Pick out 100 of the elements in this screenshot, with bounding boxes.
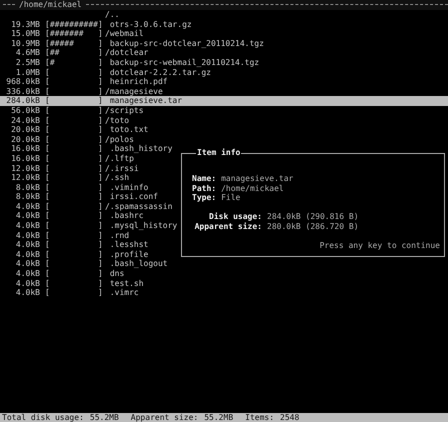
- usage-graph: [ ]: [45, 202, 103, 211]
- usage-graph: [ ]: [45, 96, 103, 106]
- usage-graph: [ ]: [45, 154, 103, 163]
- selected-row[interactable]: 284.0kB [ ] managesieve.tar: [0, 96, 448, 106]
- file-name[interactable]: /.irssi: [105, 164, 139, 174]
- usage-graph: [ ]: [45, 77, 103, 86]
- file-size: 4.0kB: [16, 211, 40, 220]
- file-name[interactable]: .mysql_history: [105, 221, 178, 231]
- info-label: Apparent size:: [194, 222, 262, 232]
- status-value: 55.2MB: [90, 413, 119, 422]
- status-value: 55.2MB: [204, 413, 234, 422]
- file-name[interactable]: .viminfo: [105, 182, 148, 192]
- file-size: 19.3MB: [11, 20, 40, 29]
- file-size: 1.0MB: [16, 68, 40, 77]
- info-label: Type:: [192, 193, 216, 203]
- file-name[interactable]: /.ssh: [105, 173, 130, 183]
- file-size: 12.0kB: [11, 164, 40, 172]
- file-name[interactable]: toto.txt: [105, 125, 148, 135]
- usage-graph: [ ]: [45, 269, 103, 278]
- file-name[interactable]: otrs-3.0.6.tar.gz: [105, 20, 192, 30]
- usage-graph: [ ]: [45, 164, 103, 172]
- info-label: Disk usage:: [208, 212, 262, 222]
- file-name[interactable]: .bash_history: [105, 144, 172, 154]
- usage-graph: [##### ]: [45, 38, 103, 48]
- usage-graph: [ ]: [45, 259, 103, 268]
- file-name[interactable]: .vimrc: [105, 288, 139, 298]
- file-size: 4.0kB: [16, 240, 40, 250]
- usage-graph: [ ]: [45, 86, 103, 96]
- file-name[interactable]: .bashrc: [105, 211, 144, 222]
- file-name[interactable]: /..: [105, 10, 120, 20]
- usage-graph: [ ]: [45, 144, 103, 154]
- file-name[interactable]: /dotclear: [105, 48, 148, 58]
- file-name[interactable]: /.lftp: [105, 154, 134, 164]
- usage-graph: [ ]: [45, 240, 103, 250]
- directory-path: /home/mickael: [18, 0, 83, 10]
- file-size: 8.0kB: [16, 192, 40, 202]
- file-name[interactable]: /toto: [105, 116, 130, 126]
- file-name[interactable]: backup-src-dotclear_20110214.tgz: [105, 38, 264, 48]
- info-label: Path:: [192, 184, 216, 194]
- usage-graph: [##########]: [45, 20, 103, 29]
- file-size: 12.0kB: [11, 173, 40, 182]
- usage-graph: [ ]: [45, 288, 103, 298]
- usage-graph: [ ]: [45, 134, 103, 144]
- file-name[interactable]: .rnd: [105, 230, 130, 240]
- info-value: 284.0kB (290.816 B): [267, 212, 359, 222]
- usage-graph: [# ]: [45, 58, 103, 67]
- file-size: 968.0kB: [6, 77, 40, 86]
- file-name[interactable]: managesieve.tar: [105, 96, 182, 106]
- info-label: Name:: [192, 174, 216, 184]
- usage-graph: [ ]: [45, 173, 103, 182]
- file-name[interactable]: .bash_logout: [105, 259, 168, 270]
- file-size: 20.0kB: [11, 125, 40, 134]
- dialog-title: Item info: [196, 148, 242, 157]
- status-label: Total disk usage:: [2, 413, 84, 422]
- usage-graph: [ ]: [45, 221, 103, 230]
- usage-graph: [ ]: [45, 106, 103, 115]
- file-size: 4.0kB: [16, 259, 40, 268]
- info-value: /home/mickael: [221, 184, 284, 194]
- continue-hint: Press any key to continue: [320, 240, 440, 250]
- status-label: Items:: [245, 413, 274, 422]
- file-size: 16.0kB: [11, 144, 40, 154]
- file-name[interactable]: heinrich.pdf: [105, 77, 168, 87]
- file-size: 4.0kB: [16, 250, 40, 259]
- file-name[interactable]: dns: [105, 269, 124, 279]
- usage-graph: [ ]: [45, 68, 103, 77]
- status-label: Apparent size:: [130, 413, 198, 422]
- file-size: 15.0MB: [11, 29, 40, 38]
- file-name[interactable]: irssi.conf: [105, 192, 158, 202]
- file-size: 4.0kB: [16, 278, 40, 288]
- info-value: managesieve.tar: [221, 174, 294, 184]
- file-name[interactable]: .profile: [105, 250, 148, 260]
- usage-graph: [ ]: [45, 250, 103, 259]
- file-size: 336.0kB: [6, 86, 40, 96]
- file-size: 24.0kB: [11, 116, 40, 125]
- file-name[interactable]: .lesshst: [105, 240, 148, 250]
- info-value: 280.0kB (286.720 B): [267, 222, 359, 232]
- usage-graph: [ ]: [45, 116, 103, 125]
- usage-graph: [ ]: [45, 278, 103, 288]
- file-name[interactable]: /polos: [105, 134, 134, 144]
- file-name[interactable]: /webmail: [105, 29, 144, 39]
- file-size: 4.0kB: [16, 202, 40, 211]
- usage-graph: [ ]: [45, 182, 103, 192]
- usage-graph: [## ]: [45, 48, 103, 58]
- usage-graph: [ ]: [45, 211, 103, 220]
- file-size: 8.0kB: [16, 182, 40, 192]
- file-name[interactable]: /.spamassassin: [105, 202, 172, 212]
- usage-graph: [ ]: [45, 125, 103, 134]
- file-name[interactable]: test.sh: [105, 278, 144, 288]
- status-value: 2548: [280, 413, 300, 422]
- file-name[interactable]: backup-src-webmail_20110214.tgz: [105, 58, 260, 68]
- usage-graph: [####### ]: [45, 29, 103, 38]
- file-name[interactable]: dotclear-2.2.2.tar.gz: [105, 68, 211, 78]
- file-size: 20.0kB: [11, 134, 40, 144]
- usage-graph: [ ]: [45, 192, 103, 202]
- file-name[interactable]: /managesieve: [105, 86, 163, 96]
- usage-graph: [ ]: [45, 230, 103, 240]
- file-size: 2.5MB: [16, 58, 40, 67]
- file-size: 4.0kB: [16, 230, 40, 240]
- file-size: 4.6MB: [16, 48, 40, 58]
- file-name[interactable]: /scripts: [105, 106, 144, 116]
